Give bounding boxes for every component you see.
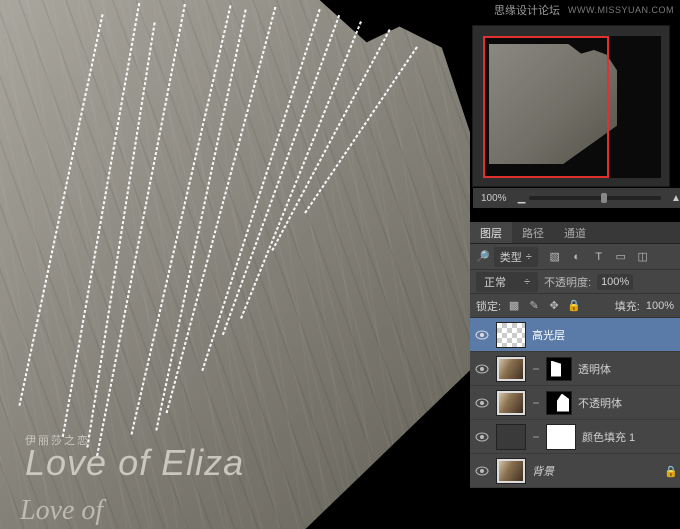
filter-pixel-icon[interactable]: ▧ xyxy=(548,250,562,264)
navigator-panel: 100% ▁ ▲ xyxy=(472,25,670,187)
layer-name[interactable]: 背景 xyxy=(532,463,658,479)
tab-layers[interactable]: 图层 xyxy=(470,222,512,243)
layer-thumbnail[interactable] xyxy=(496,322,526,348)
filter-smart-icon[interactable]: ◫ xyxy=(636,250,650,264)
layer-row-colorfill[interactable]: 颜色填充 1 xyxy=(470,420,680,454)
watermark: 思缘设计论坛 WWW.MISSYUAN.COM xyxy=(470,0,680,20)
visibility-toggle[interactable] xyxy=(474,463,490,479)
layer-name[interactable]: 透明体 xyxy=(578,361,676,377)
zoom-out-button[interactable]: ▁ xyxy=(515,193,529,204)
layer-list: 高光层 透明体 不透明体 xyxy=(470,318,680,488)
lock-label: 锁定: xyxy=(476,298,501,314)
zoom-slider[interactable] xyxy=(529,196,661,200)
layer-name[interactable]: 颜色填充 1 xyxy=(582,429,676,445)
visibility-toggle[interactable] xyxy=(474,395,490,411)
zoom-in-button[interactable]: ▲ xyxy=(669,193,680,204)
lock-transparent-icon[interactable]: ▩ xyxy=(507,299,521,313)
artwork-title-echo: Love of xyxy=(20,495,103,527)
layers-panel: 图层 路径 通道 🔎 类型 ÷ ▧ ◐ T ▭ ◫ 正常 ÷ 不透明度: 100… xyxy=(470,222,680,488)
artwork-title: 伊丽莎之恋 Love of Eliza xyxy=(25,432,244,484)
layer-thumbnail[interactable] xyxy=(496,390,526,416)
chevron-down-icon: ÷ xyxy=(526,251,532,263)
panel-tabs: 图层 路径 通道 xyxy=(470,222,680,244)
tab-channels[interactable]: 通道 xyxy=(554,222,596,243)
layer-row-background[interactable]: 背景 🔒 xyxy=(470,454,680,488)
layer-row-highlight[interactable]: 高光层 xyxy=(470,318,680,352)
layer-thumbnail[interactable] xyxy=(496,458,526,484)
lock-move-icon[interactable]: ✥ xyxy=(547,299,561,313)
layer-row-transparent[interactable]: 透明体 xyxy=(470,352,680,386)
layer-filter-row: 🔎 类型 ÷ ▧ ◐ T ▭ ◫ xyxy=(470,244,680,270)
fill-value[interactable]: 100% xyxy=(646,300,674,312)
layer-mask[interactable] xyxy=(546,424,576,450)
layer-thumbnail[interactable] xyxy=(496,356,526,382)
navigator-viewbox[interactable] xyxy=(483,36,609,178)
filter-search-icon[interactable]: 🔎 xyxy=(476,250,490,263)
lock-row: 锁定: ▩ ✎ ✥ 🔒 填充: 100% xyxy=(470,294,680,318)
lock-brush-icon[interactable]: ✎ xyxy=(527,299,541,313)
zoom-level[interactable]: 100% xyxy=(473,193,515,204)
blend-mode-dropdown[interactable]: 正常 ÷ xyxy=(476,272,538,292)
layer-mask[interactable] xyxy=(546,357,572,381)
filter-type-icon[interactable]: T xyxy=(592,250,606,264)
filter-adjustment-icon[interactable]: ◐ xyxy=(570,250,584,264)
opacity-value[interactable]: 100% xyxy=(597,274,633,290)
navigator-preview[interactable] xyxy=(483,36,661,178)
lock-icon: 🔒 xyxy=(664,465,676,477)
navigator-zoom-bar: 100% ▁ ▲ xyxy=(473,188,680,208)
tab-paths[interactable]: 路径 xyxy=(512,222,554,243)
document-canvas[interactable]: 伊丽莎之恋 Love of Eliza Love of xyxy=(0,0,470,529)
layer-name[interactable]: 不透明体 xyxy=(578,395,676,411)
layer-mask[interactable] xyxy=(546,391,572,415)
chevron-down-icon: ÷ xyxy=(524,276,530,288)
layer-thumbnail[interactable] xyxy=(496,424,526,450)
visibility-toggle[interactable] xyxy=(474,327,490,343)
fill-label: 填充: xyxy=(615,298,640,314)
visibility-toggle[interactable] xyxy=(474,429,490,445)
filter-type-dropdown[interactable]: 类型 ÷ xyxy=(494,247,538,267)
opacity-label: 不透明度: xyxy=(544,274,591,290)
link-icon xyxy=(532,399,540,407)
visibility-toggle[interactable] xyxy=(474,361,490,377)
lock-all-icon[interactable]: 🔒 xyxy=(567,299,581,313)
link-icon xyxy=(532,365,540,373)
blend-row: 正常 ÷ 不透明度: 100% xyxy=(470,270,680,294)
filter-shape-icon[interactable]: ▭ xyxy=(614,250,628,264)
layer-name[interactable]: 高光层 xyxy=(532,327,676,343)
link-icon xyxy=(532,433,540,441)
layer-row-opaque[interactable]: 不透明体 xyxy=(470,386,680,420)
